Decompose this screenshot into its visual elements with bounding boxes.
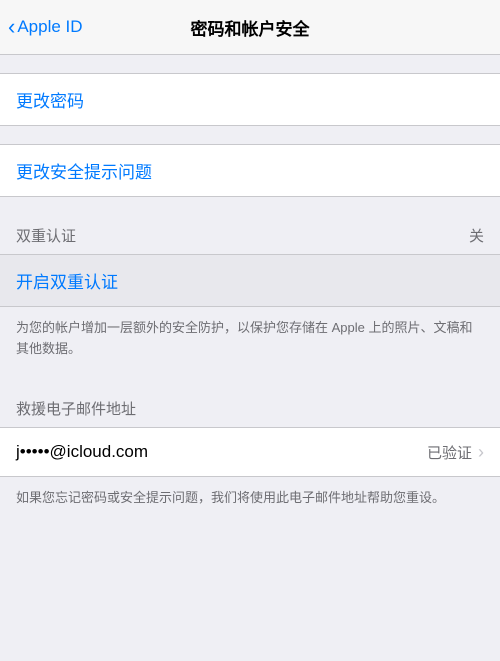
rescue-email-right: 已验证 › [427, 442, 484, 463]
verified-badge: 已验证 [427, 442, 472, 463]
section-two-factor: 双重认证 关 开启双重认证 为您的帐户增加一层额外的安全防护，以保护您存储在 A… [0, 215, 500, 368]
section-password: 更改密码 [0, 73, 500, 126]
two-factor-description-block: 为您的帐户增加一层额外的安全防护，以保护您存储在 Apple 上的照片、文稿和其… [0, 307, 500, 368]
nav-bar: ‹ Apple ID 密码和帐户安全 [0, 0, 500, 55]
nav-title: 密码和帐户安全 [191, 15, 310, 40]
chevron-right-icon: › [478, 442, 484, 463]
two-factor-header-label: 双重认证 [16, 225, 76, 246]
rescue-email-description: 如果您忘记密码或安全提示问题，我们将使用此电子邮件地址帮助您重设。 [16, 490, 445, 505]
two-factor-group: 开启双重认证 [0, 254, 500, 307]
two-factor-header: 双重认证 关 [0, 215, 500, 254]
two-factor-description: 为您的帐户增加一层额外的安全防护，以保护您存储在 Apple 上的照片、文稿和其… [16, 320, 472, 356]
nav-back-button[interactable]: ‹ Apple ID [8, 16, 83, 38]
chevron-left-icon: ‹ [8, 16, 15, 38]
enable-two-factor-row[interactable]: 开启双重认证 [0, 255, 500, 306]
enable-two-factor-label: 开启双重认证 [16, 268, 118, 293]
rescue-email-description-block: 如果您忘记密码或安全提示问题，我们将使用此电子邮件地址帮助您重设。 [0, 477, 500, 518]
two-factor-status: 关 [469, 225, 484, 246]
change-password-row[interactable]: 更改密码 [0, 74, 500, 125]
security-question-group: 更改安全提示问题 [0, 144, 500, 197]
rescue-email-value: j•••••@icloud.com [16, 442, 148, 462]
nav-back-label: Apple ID [17, 17, 82, 37]
section-rescue-email: 救援电子邮件地址 j•••••@icloud.com 已验证 › 如果您忘记密码… [0, 386, 500, 518]
change-security-question-label: 更改安全提示问题 [16, 158, 152, 183]
rescue-email-row[interactable]: j•••••@icloud.com 已验证 › [0, 428, 500, 476]
section-security-question: 更改安全提示问题 [0, 144, 500, 197]
change-security-question-row[interactable]: 更改安全提示问题 [0, 145, 500, 196]
rescue-email-header: 救援电子邮件地址 [0, 386, 500, 427]
change-password-label: 更改密码 [16, 87, 84, 112]
rescue-email-header-label: 救援电子邮件地址 [16, 401, 136, 418]
rescue-email-group: j•••••@icloud.com 已验证 › [0, 427, 500, 477]
password-group: 更改密码 [0, 73, 500, 126]
